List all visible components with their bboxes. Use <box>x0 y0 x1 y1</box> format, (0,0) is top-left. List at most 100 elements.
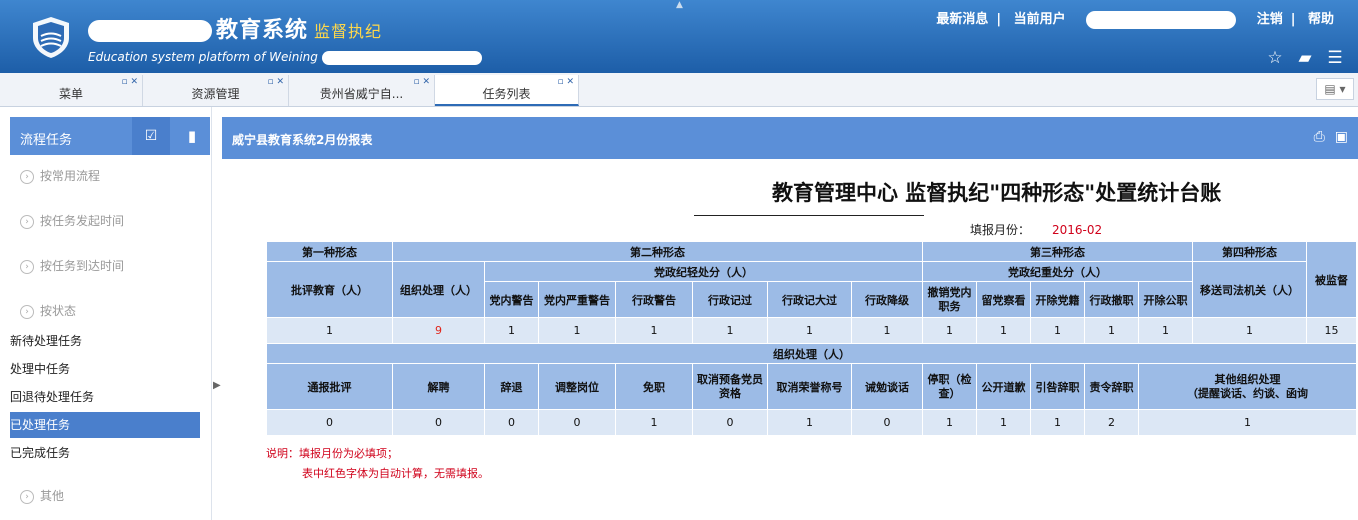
sidebar-item-processing[interactable]: 处理中任务 <box>10 356 200 382</box>
tab-controls[interactable]: ▫ ✕ <box>267 77 284 87</box>
print-icon[interactable]: ⎙ <box>1314 129 1325 145</box>
edit-icon[interactable]: ☑ <box>132 117 170 155</box>
table-cell[interactable]: 1 <box>692 317 768 344</box>
header-expel-public: 开除公职 <box>1138 281 1193 318</box>
title-en: Education system platform of Weining <box>88 50 318 64</box>
tab-task-list[interactable]: 任务列表 ▫ ✕ <box>435 75 579 106</box>
help-link[interactable]: 帮助 <box>1308 8 1334 27</box>
header-light-discipline: 党政纪轻处分（人） <box>484 261 923 282</box>
fill-month-value[interactable]: 2016-02 <box>1052 223 1102 237</box>
table-cell[interactable]: 1 <box>767 317 852 344</box>
table-cell[interactable]: 0 <box>392 409 485 436</box>
tab-label: 贵州省威宁自... <box>319 87 404 101</box>
tab-controls[interactable]: ▫ ✕ <box>413 77 430 87</box>
table-cell[interactable]: 1 <box>1192 317 1307 344</box>
header-resign-blame: 引咎辞职 <box>1030 363 1085 410</box>
tab-controls[interactable]: ▫ ✕ <box>557 77 574 87</box>
title-underline <box>694 215 924 216</box>
redacted-region <box>88 20 212 42</box>
header-suspend: 停职（检查） <box>922 363 977 410</box>
top-nav: 最新消息 | 当前用户 注销 | 帮助 <box>928 8 1342 29</box>
header-admin-demerit: 行政记过 <box>692 281 768 318</box>
table-cell[interactable]: 0 <box>266 409 393 436</box>
table-cell[interactable]: 0 <box>538 409 616 436</box>
table-cell[interactable]: 15 <box>1306 317 1357 344</box>
collapse-header-icon[interactable]: ▲ <box>676 0 683 10</box>
table-cell[interactable]: 1 <box>484 317 539 344</box>
report-panel: 威宁县教育系统2月份报表 ⎙ ▣ 教育管理中心 监督执纪"四种形态"处置统计台账 … <box>222 117 1358 520</box>
table-cell[interactable]: 2 <box>1084 409 1139 436</box>
table-cell[interactable]: 1 <box>615 317 693 344</box>
header-form3: 第三种形态 <box>922 241 1193 262</box>
arrow-circle-icon: › <box>20 214 34 229</box>
sidebar-header: 流程任务 ☑ ▮ <box>10 117 210 155</box>
sidebar-item-processed[interactable]: 已处理任务 <box>10 412 200 438</box>
header-admin-warning: 行政警告 <box>615 281 693 318</box>
header-heavy-discipline: 党政纪重处分（人） <box>922 261 1193 282</box>
title-cn: 教育系统 <box>216 18 309 43</box>
tab-label: 菜单 <box>58 87 83 101</box>
sidebar-item-returned[interactable]: 回退待处理任务 <box>10 384 200 410</box>
folder-icon[interactable]: ▰ <box>1290 48 1320 68</box>
logout-link[interactable]: 注销 <box>1257 8 1283 27</box>
layout-icon[interactable]: ▮ <box>174 117 210 155</box>
arrow-circle-icon: › <box>20 304 34 319</box>
tab-controls[interactable]: ▫ ✕ <box>121 77 138 87</box>
table-cell[interactable]: 1 <box>1084 317 1139 344</box>
table-cell[interactable]: 1 <box>922 409 977 436</box>
fill-month: 填报月份： 2016-02 <box>970 221 1102 238</box>
sidebar-section-arrive-time[interactable]: › 按任务到达时间 <box>20 257 124 274</box>
sidebar-toggle-icon[interactable]: ▶ <box>213 380 221 391</box>
sidebar-section-common[interactable]: › 按常用流程 <box>20 167 100 184</box>
sidebar-section-status[interactable]: › 按状态 <box>20 302 76 319</box>
table-cell[interactable]: 1 <box>767 409 852 436</box>
header-other-sub: （提醒谈话、约谈、函询 <box>1187 386 1308 400</box>
header-admin-demote: 行政降级 <box>851 281 923 318</box>
header-form2: 第二种形态 <box>392 241 923 262</box>
tab-menu-dropdown-icon[interactable]: ▤ ▾ <box>1316 78 1354 100</box>
table-cell[interactable]: 0 <box>484 409 539 436</box>
header-cancel-honor: 取消荣誉称号 <box>767 363 852 410</box>
header-expel-party: 开除党籍 <box>1030 281 1085 318</box>
table-cell[interactable]: 1 <box>976 317 1031 344</box>
header-cancel-probation: 取消预备党员资格 <box>692 363 768 410</box>
table-cell[interactable]: 0 <box>692 409 768 436</box>
header-org-section: 组织处理（人） <box>266 343 1357 364</box>
header-order-resign: 责令辞职 <box>1084 363 1139 410</box>
sidebar-item-completed[interactable]: 已完成任务 <box>10 440 200 466</box>
tab-menu[interactable]: 菜单 ▫ ✕ <box>0 75 143 106</box>
table-cell[interactable]: 1 <box>1030 409 1085 436</box>
note-line2: 表中红色字体为自动计算，无需填报。 <box>302 467 489 480</box>
note-line1: 说明：填报月份为必填项； <box>266 447 398 460</box>
tab-guizhou[interactable]: 贵州省威宁自... ▫ ✕ <box>289 75 435 106</box>
section-label: 按任务发起时间 <box>40 214 125 228</box>
table-cell[interactable]: 0 <box>851 409 923 436</box>
header-remove: 免职 <box>615 363 693 410</box>
header-inner-serious: 党内严重警告 <box>538 281 616 318</box>
table-cell[interactable]: 1 <box>538 317 616 344</box>
sidebar-item-new[interactable]: 新待处理任务 <box>10 328 200 354</box>
sidebar-section-start-time[interactable]: › 按任务发起时间 <box>20 212 124 229</box>
table-cell[interactable]: 1 <box>851 317 923 344</box>
tab-bar: 菜单 ▫ ✕ 资源管理 ▫ ✕ 贵州省威宁自... ▫ ✕ 任务列表 ▫ ✕ ▤… <box>0 73 1358 107</box>
table-cell[interactable]: 1 <box>922 317 977 344</box>
list-icon[interactable]: ☰ <box>1320 48 1350 68</box>
panel-header: 威宁县教育系统2月份报表 ⎙ ▣ <box>222 117 1358 159</box>
section-label: 按状态 <box>40 304 77 318</box>
table-cell[interactable]: 1 <box>976 409 1031 436</box>
table-cell[interactable]: 1 <box>1138 409 1357 436</box>
table-row: 0 0 0 0 1 0 1 0 1 1 1 2 1 <box>266 409 1357 436</box>
table-cell[interactable]: 1 <box>1138 317 1193 344</box>
sidebar-section-other[interactable]: › 其他 <box>20 487 64 504</box>
news-link[interactable]: 最新消息 <box>936 8 988 27</box>
section-label: 按常用流程 <box>40 169 101 183</box>
header-other-org: 其他组织处理 （提醒谈话、约谈、函询 <box>1138 363 1357 410</box>
header-inner-warning: 党内警告 <box>484 281 539 318</box>
tab-resource[interactable]: 资源管理 ▫ ✕ <box>143 75 289 106</box>
header-form1: 第一种形态 <box>266 241 393 262</box>
table-cell[interactable]: 1 <box>266 317 393 344</box>
table-cell[interactable]: 1 <box>615 409 693 436</box>
export-icon[interactable]: ▣ <box>1335 129 1348 145</box>
star-icon[interactable]: ☆ <box>1260 48 1290 68</box>
table-cell[interactable]: 1 <box>1030 317 1085 344</box>
